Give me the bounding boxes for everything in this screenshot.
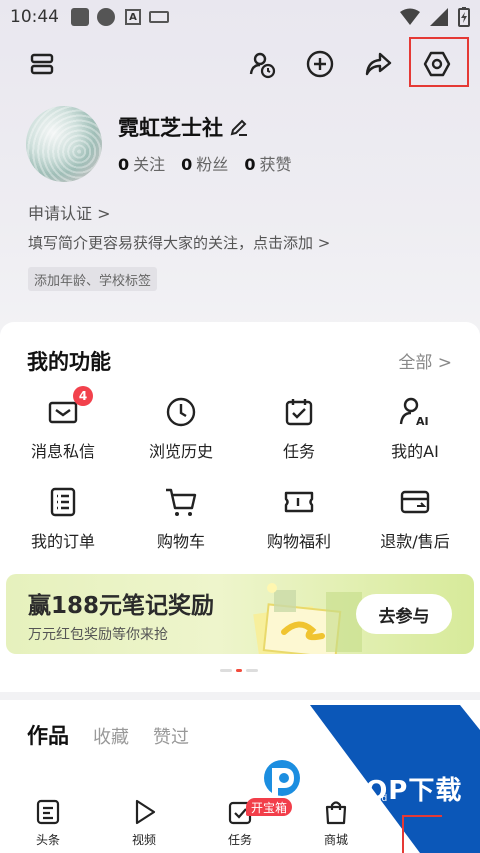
stat-following-label: 关注	[133, 155, 166, 174]
tab-works[interactable]: 作品	[27, 720, 69, 750]
function-label: 购物福利	[266, 532, 331, 551]
open-chest-badge: 开宝箱	[246, 798, 293, 816]
status-time: 10:44	[10, 7, 59, 27]
function-item-cart[interactable]: 购物车	[126, 484, 236, 552]
carousel-indicator	[220, 669, 258, 672]
function-item-refund[interactable]: 退款/售后	[360, 484, 470, 552]
banner-title: 赢188元笔记奖励	[28, 593, 215, 619]
carousel-dot	[246, 669, 258, 672]
nav-label: 头条	[35, 833, 60, 847]
stat-likes-label: 获赞	[259, 155, 292, 174]
news-icon	[36, 799, 60, 825]
stat-following[interactable]: 0 关注	[118, 151, 165, 175]
app-notification-icon	[71, 8, 89, 26]
username[interactable]: 霓虹芝士社	[118, 112, 249, 142]
status-bar: 10:44 A	[0, 0, 480, 34]
stat-followers-label: 粉丝	[196, 155, 229, 174]
tab-favorites[interactable]: 收藏	[93, 723, 129, 749]
function-item-messages[interactable]: 4 消息私信	[8, 386, 118, 462]
profile-stats: 0 关注 0 粉丝 0 获赞	[118, 151, 291, 175]
carousel-dot	[220, 669, 232, 672]
clock-icon	[166, 397, 196, 427]
add-tag-chip[interactable]: 添加年龄、学校标签	[28, 267, 158, 291]
banner-subtitle: 万元红包奖励等你来抢	[28, 627, 168, 643]
refund-card-icon	[400, 490, 430, 514]
username-text: 霓虹芝士社	[118, 116, 223, 140]
nav-label: 商城	[323, 833, 348, 847]
shop-bag-icon	[325, 801, 347, 825]
functions-all-link[interactable]: 全部 >	[398, 348, 452, 373]
stat-followers[interactable]: 0 粉丝	[181, 151, 228, 175]
circle-notification-icon	[97, 8, 115, 26]
nav-label: 任务	[227, 833, 252, 847]
stat-likes-count: 0	[244, 155, 256, 174]
stat-likes[interactable]: 0 获赞	[244, 151, 291, 175]
tab-liked[interactable]: 赞过	[153, 723, 189, 749]
keyboard-icon	[149, 11, 169, 23]
add-button[interactable]	[300, 44, 340, 84]
menu-button[interactable]	[22, 44, 62, 84]
function-label: 任务	[282, 442, 315, 461]
cart-icon	[166, 488, 197, 516]
function-label: 消息私信	[30, 442, 95, 461]
function-label: 退款/售后	[380, 532, 450, 551]
highlight-box-partial	[402, 815, 442, 853]
user-clock-icon	[249, 52, 276, 79]
function-item-tasks[interactable]: 任务	[244, 394, 354, 462]
svg-text:AI: AI	[416, 415, 429, 428]
function-item-welfare[interactable]: 购物福利	[244, 484, 354, 552]
function-item-orders[interactable]: 我的订单	[8, 484, 118, 552]
stat-followers-count: 0	[181, 155, 193, 174]
wifi-icon	[400, 8, 420, 25]
a-notification-icon: A	[125, 9, 141, 25]
ai-user-icon: AI	[399, 397, 429, 428]
avatar[interactable]	[26, 106, 102, 182]
promo-banner[interactable]: 赢188元笔记奖励 万元红包奖励等你来抢 去参与	[6, 574, 474, 654]
share-button[interactable]	[358, 44, 398, 84]
works-tabs: 作品 收藏 赞过	[27, 720, 189, 750]
function-label: 浏览历史	[148, 442, 213, 461]
function-label: 我的AI	[391, 442, 439, 461]
function-item-history[interactable]: 浏览历史	[126, 394, 236, 462]
notebook-illustration	[253, 583, 362, 654]
edit-pencil-icon[interactable]	[229, 117, 249, 137]
functions-title: 我的功能	[27, 350, 111, 374]
join-button[interactable]: 去参与	[356, 594, 452, 634]
stat-following-count: 0	[118, 155, 130, 174]
carousel-dot-active	[236, 669, 242, 672]
share-icon	[365, 52, 392, 76]
menu-icon	[30, 53, 54, 75]
verify-link[interactable]: 申请认证 >	[28, 200, 111, 224]
bio-prompt[interactable]: 填写简介更容易获得大家的关注，点击添加 >	[28, 232, 330, 253]
function-item-my-ai[interactable]: AI 我的AI	[360, 394, 470, 462]
settings-highlight-box	[409, 37, 469, 87]
function-label: 购物车	[156, 532, 205, 551]
function-label: 我的订单	[30, 532, 95, 551]
nav-shop[interactable]: 商城	[306, 798, 366, 848]
nav-video[interactable]: 视频	[114, 798, 174, 848]
order-list-icon	[50, 487, 76, 517]
nav-news[interactable]: 头条	[18, 798, 78, 848]
signal-icon	[430, 8, 448, 26]
task-calendar-icon	[285, 399, 313, 426]
message-badge: 4	[73, 386, 93, 406]
nav-label: 视频	[131, 833, 156, 847]
top-toolbar	[0, 44, 480, 84]
ticket-icon	[284, 491, 314, 513]
plus-circle-icon	[306, 50, 334, 78]
battery-icon	[458, 7, 470, 27]
visitor-button[interactable]	[242, 44, 282, 84]
play-icon	[135, 799, 156, 825]
